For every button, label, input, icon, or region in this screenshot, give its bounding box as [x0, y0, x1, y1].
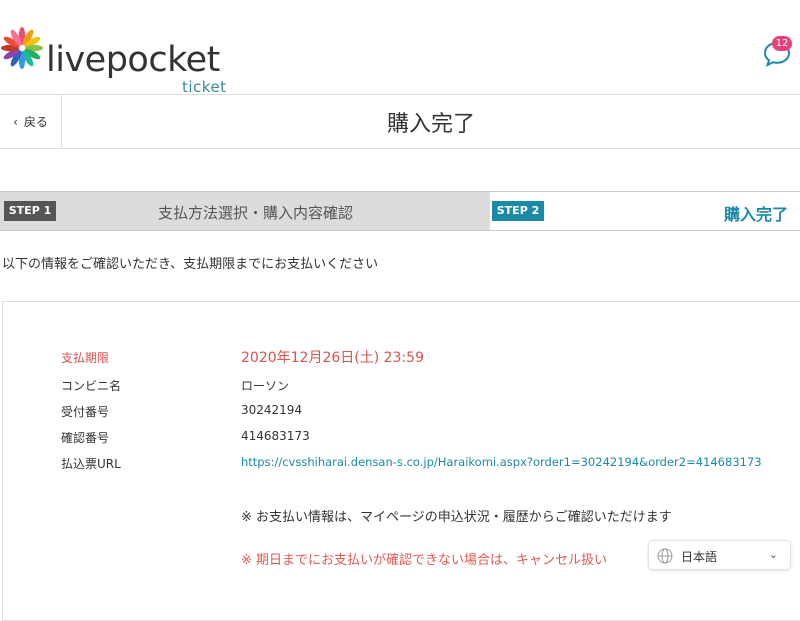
payment-info-note: ※ お支払い情報は、マイページの申込状況・履歴からご確認いただけます	[241, 510, 672, 525]
globe-icon	[657, 548, 673, 564]
notification-badge: 12	[772, 36, 792, 51]
payment-slip-link[interactable]: https://cvsshiharai.densan-s.co.jp/Harai…	[241, 455, 762, 469]
url-label: 払込票URL	[61, 457, 121, 471]
logo-text: livepocket	[46, 40, 220, 80]
language-selector[interactable]: 日本語 ⌄	[648, 540, 791, 570]
confirm-value: 414683173	[241, 429, 310, 443]
deadline-value: 2020年12月26日(土) 23:59	[241, 350, 424, 366]
receipt-value: 30242194	[241, 403, 303, 417]
step-2: STEP 2 購入完了	[490, 191, 800, 231]
step-1-label: 支払方法選択・購入内容確認	[158, 204, 354, 222]
step-2-tag: STEP 2	[492, 201, 544, 221]
livepocket-logo[interactable]: livepocket ticket	[0, 22, 240, 96]
step-1-tag: STEP 1	[4, 201, 56, 221]
deadline-label: 支払期限	[61, 351, 110, 365]
step-2-label: 購入完了	[723, 205, 788, 224]
title-bar: ‹ 戻る 購入完了	[0, 94, 800, 149]
chevron-left-icon: ‹	[13, 114, 18, 129]
back-button[interactable]: ‹ 戻る	[0, 95, 62, 148]
page-title: 購入完了	[386, 111, 475, 137]
store-label: コンビニ名	[61, 379, 122, 393]
flower-logo-icon	[1, 27, 43, 69]
confirm-label: 確認番号	[61, 431, 110, 445]
step-1: STEP 1 支払方法選択・購入内容確認	[0, 191, 490, 231]
store-value: ローソン	[241, 379, 290, 393]
progress-steps: STEP 1 支払方法選択・購入内容確認 STEP 2 購入完了	[0, 191, 800, 231]
language-label: 日本語	[681, 550, 718, 564]
intro-text: 以下の情報をご確認いただき、支払期限までにお支払いください	[2, 257, 379, 272]
back-label: 戻る	[23, 115, 48, 129]
cancel-warning-note: ※ 期日までにお支払いが確認できない場合は、キャンセル扱い	[241, 553, 608, 568]
header: livepocket ticket 12	[0, 0, 800, 96]
chevron-down-icon: ⌄	[768, 548, 778, 561]
receipt-label: 受付番号	[61, 405, 110, 419]
